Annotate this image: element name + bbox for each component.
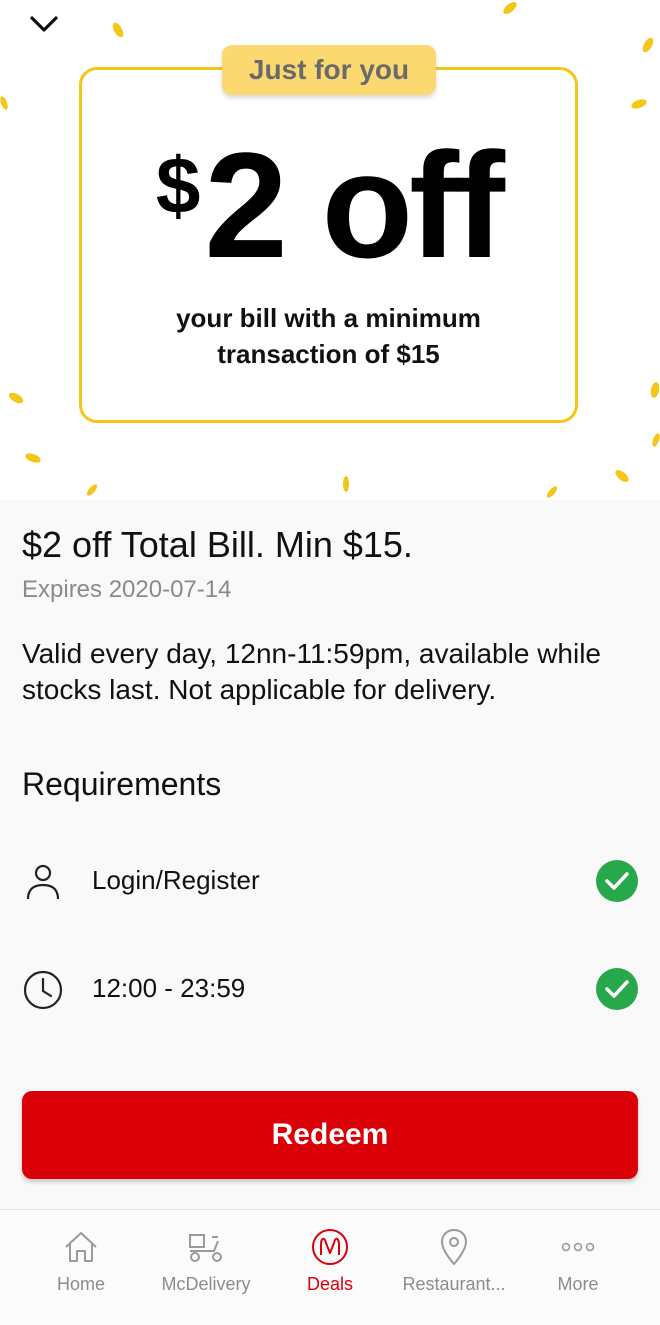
location-pin-icon: [440, 1228, 468, 1266]
collapse-button[interactable]: [22, 6, 66, 42]
check-circle-icon: [596, 860, 638, 902]
tab-deals[interactable]: Deals: [264, 1210, 396, 1325]
more-dots-icon: [561, 1242, 595, 1252]
deals-arches-icon: [312, 1229, 348, 1265]
requirement-label: Login/Register: [92, 865, 260, 895]
offer-subtitle-line2: transaction of $15: [217, 339, 440, 369]
tab-label: Restaurant...: [402, 1274, 506, 1294]
offer-subtitle-line1: your bill with a minimum: [176, 303, 481, 333]
tab-mcdelivery[interactable]: McDelivery: [140, 1210, 272, 1325]
offer-currency: $: [155, 141, 201, 230]
home-icon: [65, 1232, 97, 1262]
requirement-time: 12:00 - 23:59: [0, 959, 660, 1019]
requirement-login: Login/Register: [0, 851, 660, 911]
tab-more[interactable]: More: [512, 1210, 644, 1325]
deal-title: $2 off Total Bill. Min $15.: [22, 524, 413, 565]
requirement-label: 12:00 - 23:59: [92, 973, 246, 1003]
deal-expiry: Expires 2020-07-14: [22, 576, 232, 603]
tab-label: Deals: [306, 1274, 354, 1294]
requirements-heading: Requirements: [22, 766, 222, 802]
offer-value: 2 off: [204, 121, 505, 289]
redeem-button[interactable]: Redeem: [22, 1091, 638, 1179]
user-icon: [26, 864, 60, 900]
clock-icon: [23, 970, 63, 1010]
just-for-you-badge: Just for you: [222, 45, 436, 95]
tab-restaurants[interactable]: Restaurant...: [388, 1210, 520, 1325]
tab-label: McDelivery: [161, 1274, 251, 1294]
check-circle-icon: [596, 968, 638, 1010]
chevron-down-icon: [30, 16, 58, 32]
delivery-scooter-icon: [189, 1234, 222, 1262]
offer-hero: Just for you $2 off your bill with a min…: [0, 0, 660, 500]
bottom-tab-bar: Home McDelivery Deals Restaurant... More: [0, 1209, 660, 1325]
deal-description: Valid every day, 12nn-11:59pm, available…: [22, 638, 602, 705]
tab-label: Home: [56, 1274, 105, 1294]
tab-label: More: [557, 1274, 599, 1294]
offer-subtitle: your bill with a minimum transaction of …: [79, 300, 578, 372]
tab-home[interactable]: Home: [15, 1210, 147, 1325]
offer-amount: $2 off: [79, 130, 578, 280]
